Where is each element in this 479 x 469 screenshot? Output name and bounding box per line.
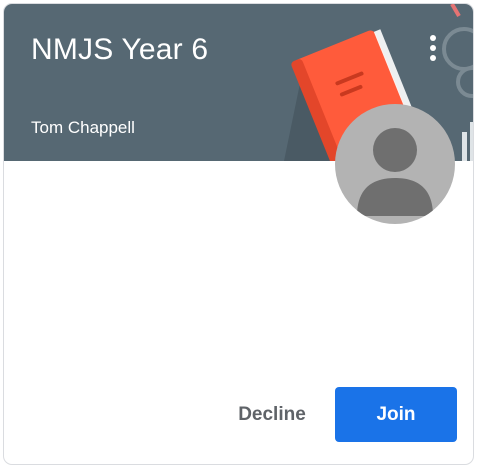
more-options-button[interactable] [419, 28, 447, 68]
class-invite-card: NMJS Year 6 Tom Chappell Decline Join [3, 3, 474, 465]
invite-actions: Decline Join [217, 387, 457, 442]
decline-button[interactable]: Decline [217, 387, 327, 442]
class-title[interactable]: NMJS Year 6 [31, 33, 208, 67]
default-avatar-icon [357, 128, 433, 216]
join-button[interactable]: Join [335, 387, 457, 442]
teacher-avatar [335, 104, 455, 224]
more-vert-icon [430, 35, 436, 61]
teacher-name: Tom Chappell [31, 118, 135, 137]
